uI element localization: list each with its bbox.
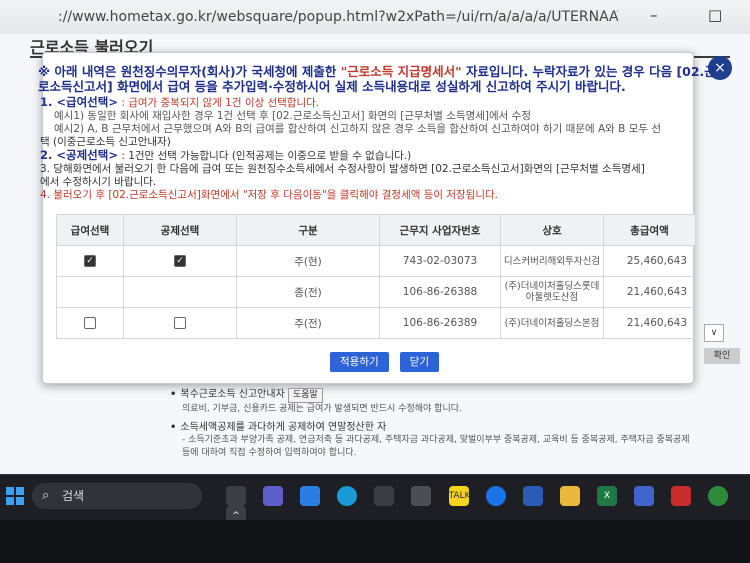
taskbar-apps: TALK X ^ — [226, 485, 750, 526]
maximize-button[interactable]: □ — [708, 6, 722, 24]
monitor-bezel — [0, 520, 750, 563]
xbox-icon[interactable] — [708, 485, 729, 506]
guide-item-2-sub2: 등에 대하여 직접 수정하여 입력하여야 합니다. — [182, 448, 357, 458]
store-icon[interactable] — [374, 485, 395, 506]
photos-icon[interactable] — [411, 485, 432, 506]
header-bizno: 근무지 사업자번호 — [379, 214, 501, 246]
note2-text: : 1건만 선택 가능합니다 (인적공제는 이중으로 받을 수 없습니다.) — [121, 150, 412, 162]
guide-section: • 복수근로소득 신고안내자 도움말 의료비, 기부금, 신용카드 공제는 급여가… — [170, 388, 740, 465]
red-app-icon[interactable] — [671, 485, 692, 506]
table-row: 종(전) 106-86-26388 (주)더네이처홀딩스롯데아울렛도산점 21,… — [56, 276, 696, 308]
notice-heading: ※ 아래 내역은 원천징수의무자(회사)가 국세청에 제출한 "근로소득 지급명… — [38, 64, 718, 94]
note2-title: 2. <공제선택> — [40, 148, 118, 162]
notice-suffix: 자료입니다. 누락자료가 있는 경우 다음 [02.근 — [461, 64, 716, 79]
bizno-cell: 106-86-26389 — [379, 307, 501, 339]
media-icon[interactable] — [634, 485, 655, 506]
company-cell: (주)더네이처홀딩스본점 — [500, 307, 604, 339]
excel-icon[interactable]: X — [596, 485, 617, 506]
type-cell: 주(전) — [236, 307, 380, 339]
note4-text: 4. 불러오기 후 [02.근로소득신고서]화면에서 "저장 후 다음이동"을 … — [40, 189, 499, 201]
note1-example2b: 택 (이중근로소득 신고안내자) — [40, 136, 171, 148]
type-cell: 종(전) — [236, 276, 380, 308]
windows-taskbar: ⌕ 검색 TALK X ^ — [0, 474, 750, 526]
notice-list: 1. <급여선택> : 급여가 중복되지 않게 1건 이상 선택합니다. 예시1… — [40, 96, 720, 202]
search-icon: ⌕ — [42, 488, 50, 503]
notice-quoted: "근로소득 지급명세서" — [340, 64, 462, 79]
hancom-icon[interactable] — [522, 485, 543, 506]
bizno-cell: 106-86-26388 — [379, 276, 501, 308]
guide-item-2-sub: - 소득기준초과 부양가족 공제, 연금저축 등 과다공제, 주택자금 과다공제… — [182, 435, 690, 445]
total-cell: 21,460,643 — [603, 276, 696, 308]
pay-checkbox[interactable] — [84, 317, 96, 329]
note3-text: 3. 당해화면에서 불러오기 한 다음에 급여 또는 원천징수소득세에서 수정사… — [40, 163, 645, 175]
note1-example1: 예시1) 동일한 회사에 재입사한 경우 1건 선택 후 [02.근로소득신고서… — [54, 110, 531, 122]
url-text[interactable]: ://www.hometax.go.kr/websquare/popup.htm… — [58, 6, 618, 28]
header-deduct-select: 공제선택 — [123, 214, 237, 246]
total-cell: 25,460,643 — [603, 245, 696, 277]
note1-title: 1. <급여선택> — [40, 95, 118, 109]
camera-icon[interactable] — [263, 485, 284, 506]
notice-prefix: ※ 아래 내역은 원천징수의무자(회사)가 국세청에 제출한 — [38, 64, 341, 79]
bizno-cell: 743-02-03073 — [379, 245, 501, 277]
apply-button[interactable]: 적용하기 — [330, 352, 389, 372]
header-company: 상호 — [500, 214, 604, 246]
note3b-text: 에서 수정하시기 바랍니다. — [40, 176, 157, 188]
deduct-checkbox[interactable] — [174, 317, 186, 329]
taskbar-search[interactable]: ⌕ 검색 — [32, 483, 202, 509]
type-cell: 주(현) — [236, 245, 380, 277]
company-cell: 디스커버리해외투자신검 — [500, 245, 604, 277]
chrome-icon[interactable] — [485, 485, 506, 506]
notice-line2: 로소득신고서] 화면에서 급여 등을 추가입력·수정하시어 실제 소득내용대로 … — [38, 79, 626, 94]
modal-buttons: 적용하기 닫기 — [330, 350, 445, 372]
help-button[interactable]: 도움말 — [287, 388, 323, 403]
minimize-button[interactable]: – — [650, 6, 658, 24]
note1-example2: 예시2) A, B 근무처에서 근무했으며 A와 B의 급여를 합산하여 신고하… — [54, 123, 662, 135]
file-explorer-icon[interactable] — [226, 485, 246, 506]
header-pay-select: 급여선택 — [56, 214, 124, 246]
search-label: 검색 — [62, 489, 85, 503]
total-cell: 21,460,643 — [603, 307, 696, 339]
company-cell: (주)더네이처홀딩스롯데아울렛도산점 — [500, 276, 604, 308]
chevron-down-icon[interactable]: ∨ — [704, 324, 724, 342]
header-total-pay: 총급여액 — [603, 214, 696, 246]
close-button[interactable]: 닫기 — [399, 352, 440, 372]
deduct-checkbox[interactable]: ✓ — [174, 255, 186, 267]
header-type: 구분 — [236, 214, 380, 246]
kakaotalk-icon[interactable]: TALK — [448, 485, 470, 506]
table-row: ✓ ✓ 주(현) 743-02-03073 디스커버리해외투자신검 25,460… — [56, 245, 696, 277]
edge-icon[interactable] — [337, 485, 358, 506]
confirm-button[interactable]: 확인 — [704, 348, 740, 364]
guide-item-2: 소득세액공제를 과다하게 공제하여 연말정산한 자 — [180, 422, 387, 433]
guide-item-1-sub: 의료비, 기부금, 신용카드 공제는 급여가 발생되면 반드시 수정해야 합니다… — [182, 404, 462, 414]
windows-start-icon[interactable] — [6, 487, 24, 505]
pay-checkbox[interactable]: ✓ — [84, 255, 96, 267]
note1-text: : 급여가 중복되지 않게 1건 이상 선택합니다. — [121, 97, 320, 109]
table-row: 주(전) 106-86-26389 (주)더네이처홀딩스본점 21,460,64… — [56, 307, 696, 339]
teams-icon[interactable] — [300, 485, 321, 506]
browser-titlebar: ://www.hometax.go.kr/websquare/popup.htm… — [0, 0, 750, 35]
income-table: 급여선택 공제선택 구분 근무지 사업자번호 상호 총급여액 ✓ ✓ 주(현) … — [56, 214, 696, 339]
guide-item-1: 복수근로소득 신고안내자 — [180, 389, 285, 400]
folder-icon[interactable] — [559, 485, 580, 506]
